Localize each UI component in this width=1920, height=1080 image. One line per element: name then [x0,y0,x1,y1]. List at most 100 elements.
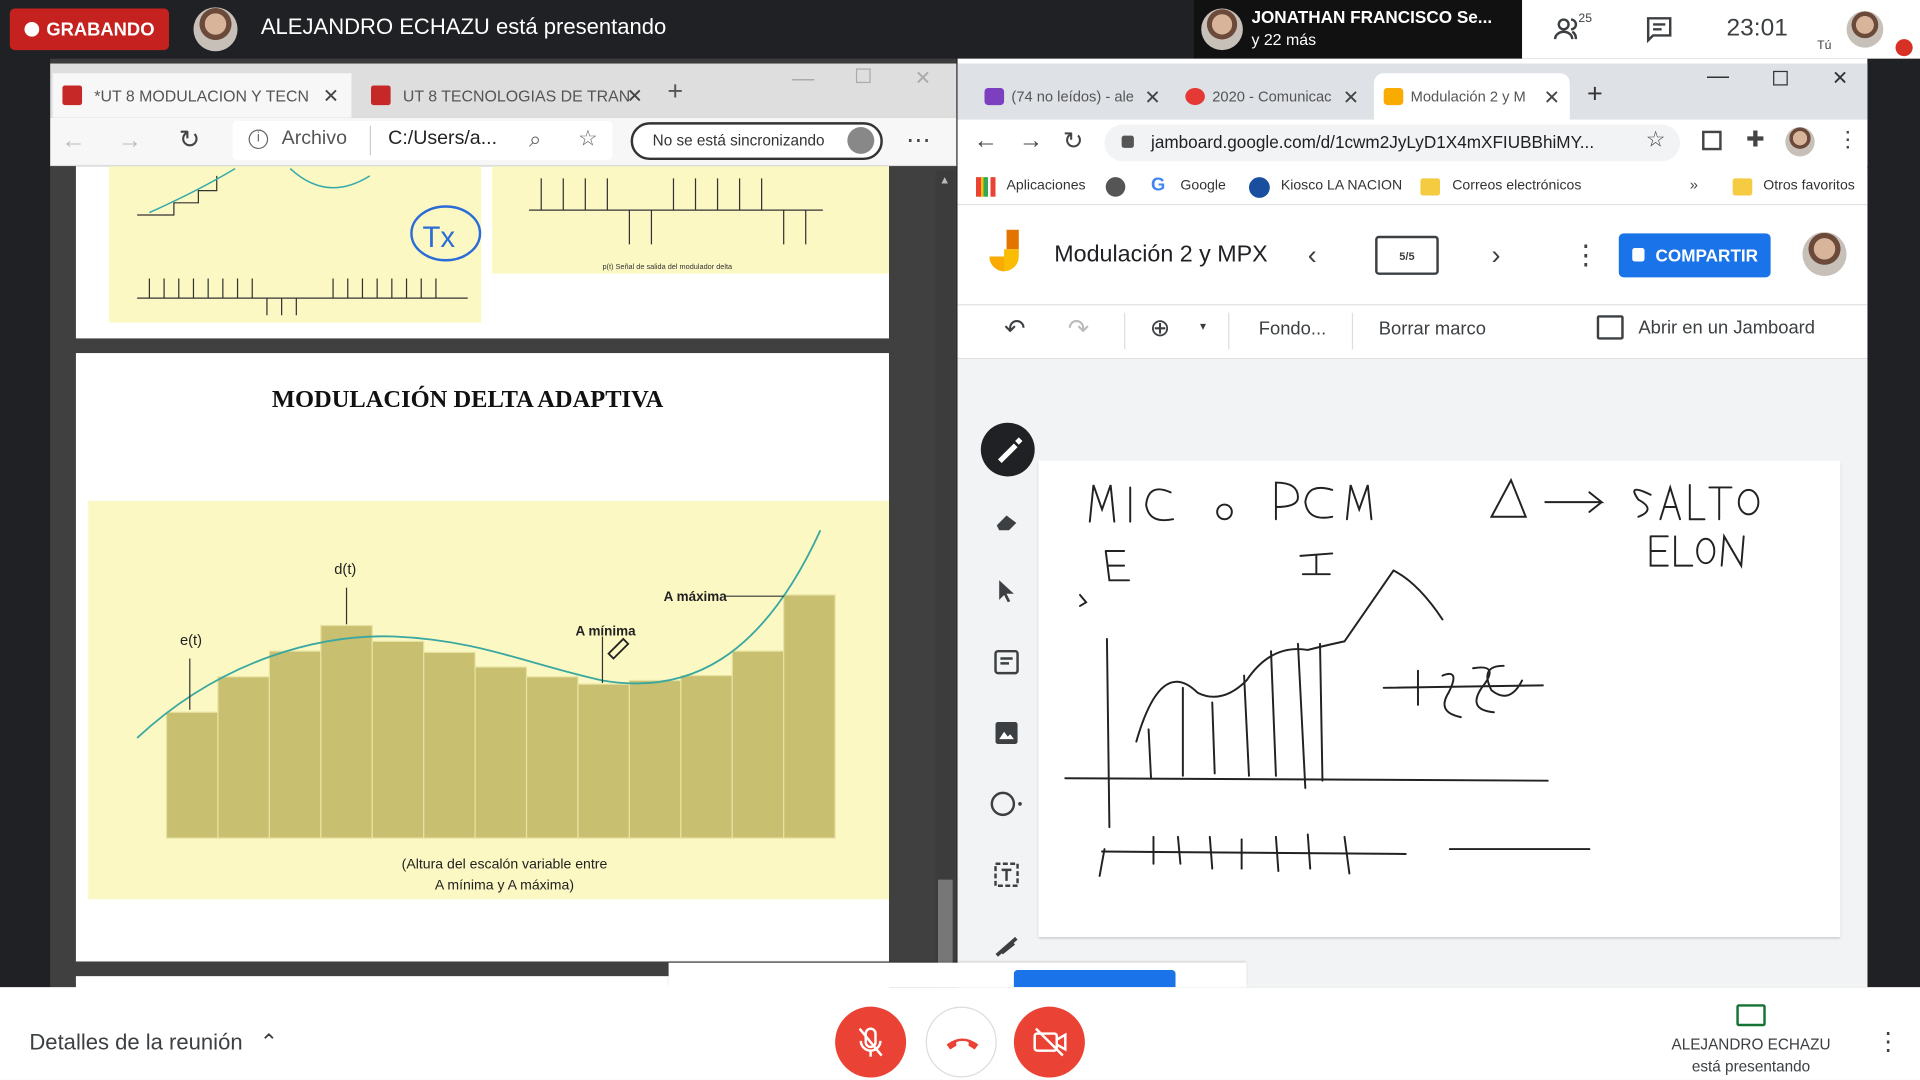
caption-line-1: (Altura del escalón variable entre [402,856,608,872]
present-screen-icon[interactable] [1736,1004,1766,1027]
open-jamboard-button[interactable]: Abrir en un Jamboard [1638,318,1815,339]
close-window-icon[interactable]: ✕ [1832,66,1848,90]
close-tab-icon[interactable]: ✕ [1144,86,1160,110]
site-icon [1185,87,1205,106]
folder-icon [1420,178,1441,196]
chrome-profile-avatar[interactable] [1785,127,1815,157]
eraser-icon[interactable] [976,494,1037,548]
url-text[interactable]: jamboard.google.com/d/1cwm2JyLyD1X4mXFIU… [1151,132,1594,152]
clear-frame-button[interactable]: Borrar marco [1379,319,1486,340]
staircase-bar [320,624,373,839]
close-window-icon[interactable]: ✕ [915,66,931,90]
extension-grid-icon[interactable] [1702,130,1722,151]
presenter-avatar [193,7,238,52]
bookmark-otros[interactable]: Otros favoritos [1763,178,1855,193]
participant-more: y 22 más [1251,30,1317,49]
handwriting [1064,477,1760,877]
bookmark-apps[interactable]: Aplicaciones [1007,178,1086,193]
mic-toggle-button[interactable] [835,1006,907,1078]
background-button[interactable]: Fondo... [1259,319,1326,340]
open-jamboard-icon[interactable] [1596,315,1624,340]
lock-icon[interactable] [1121,135,1134,148]
label-dt: d(t) [334,562,356,578]
pdf-scrollbar[interactable] [935,171,956,988]
more-options-icon[interactable]: ⋮ [1876,1026,1900,1057]
jamboard-title[interactable]: Modulación 2 y MPX [1054,242,1267,269]
forward-icon[interactable]: → [118,127,142,155]
zoom-icon[interactable]: ⊕ [1150,313,1171,344]
address-path[interactable]: C:/Users/a... [388,128,497,150]
maximize-icon[interactable] [855,68,871,84]
label-amax: A máxima [664,589,728,604]
more-icon[interactable]: ⋯ [906,125,930,156]
chat-icon[interactable] [1645,15,1674,44]
presenting-name: ALEJANDRO ECHAZU [1671,1036,1831,1054]
staircase-bar [474,666,528,839]
forward-icon[interactable]: → [1019,127,1043,155]
favorite-star-icon[interactable]: ☆ [578,126,598,152]
zoom-icon[interactable]: ⌕ [529,127,541,153]
close-tab-icon[interactable]: ✕ [1343,86,1359,110]
camera-toggle-button[interactable] [1013,1006,1085,1078]
presenting-subtitle: está presentando [1691,1057,1811,1076]
minimize-icon[interactable]: — [1707,64,1729,90]
caption-line-2: A mínima y A máxima) [435,876,574,892]
new-tab-icon[interactable]: + [667,76,683,108]
zoom-dropdown-icon[interactable]: ▾ [1200,320,1206,333]
staircase-bar [525,676,579,839]
folder-icon [1732,178,1753,196]
back-icon[interactable]: ← [973,127,997,155]
bookmarks-bar [957,168,1868,206]
popup-button[interactable] [1013,970,1176,988]
meeting-details-button[interactable]: Detalles de la reunión [29,1030,242,1056]
close-tab-icon[interactable]: ✕ [626,84,642,108]
extensions-icon[interactable]: ✚ [1746,127,1764,153]
sticky-note-icon[interactable] [976,635,1037,689]
bookmark-correos[interactable]: Correos electrónicos [1452,178,1581,193]
jamboard-menu-icon[interactable]: ⋮ [1572,239,1599,271]
jamboard-user-avatar[interactable] [1802,232,1847,277]
label-amin: A mínima [576,623,637,638]
image-icon[interactable] [976,706,1037,760]
select-icon[interactable] [976,564,1037,618]
chevron-up-icon[interactable]: ⌃ [260,1030,278,1056]
bookmark-kiosco[interactable]: Kiosco LA NACION [1281,178,1402,193]
info-icon[interactable]: i [248,129,269,150]
bookmark-google[interactable]: Google [1180,178,1225,193]
chrome-tab-comunicaciones[interactable]: 2020 - Comunicac ✕ [1176,73,1369,119]
bookmark-star-icon[interactable]: ☆ [1646,127,1666,153]
chrome-menu-icon[interactable]: ⋮ [1837,127,1859,153]
edge-tab-1[interactable]: *UT 8 MODULACION Y TECN ✕ [52,73,352,118]
sync-button[interactable]: No se está sincronizando [630,122,883,161]
minimize-icon[interactable]: — [792,66,814,92]
chrome-tab-gmail[interactable]: (74 no leídos) - ale ✕ [975,73,1171,119]
clock: 23:01 [1726,14,1788,42]
more-bookmarks-icon[interactable]: » [1690,176,1698,193]
close-tab-icon[interactable]: ✕ [323,84,339,108]
jamboard-frame[interactable] [1038,460,1841,938]
new-tab-icon[interactable]: + [1587,78,1603,110]
maximize-icon[interactable] [1773,70,1788,86]
undo-icon[interactable]: ↶ [1004,314,1026,345]
staircase-bar [628,679,682,839]
end-call-button[interactable] [925,1006,997,1078]
scroll-up-icon[interactable]: ▲ [939,173,950,185]
edge-tab-2[interactable]: UT 8 TECNOLOGIAS DE TRAN ✕ [361,73,655,117]
refresh-icon[interactable]: ↻ [179,125,201,156]
back-icon[interactable]: ← [61,127,85,155]
redo-icon[interactable]: ↷ [1068,314,1090,345]
chrome-tab-jamboard[interactable]: Modulación 2 y M ✕ [1373,73,1570,120]
text-box-icon[interactable] [976,848,1037,902]
participant-name: JONATHAN FRANCISCO Se... [1251,7,1493,27]
pen-tool-button[interactable] [980,422,1035,477]
refresh-icon[interactable]: ↻ [1063,126,1084,157]
next-frame-icon[interactable]: › [1491,239,1500,271]
staircase-bar [731,650,785,839]
jamboard-icon [1383,87,1404,106]
globe-icon[interactable] [1105,177,1126,197]
frame-bar-button[interactable]: 5/5 [1375,235,1439,275]
circle-shape-icon[interactable] [976,777,1037,831]
google-icon: G [1151,174,1166,196]
close-tab-icon[interactable]: ✕ [1544,86,1560,110]
prev-frame-icon[interactable]: ‹ [1308,239,1317,271]
